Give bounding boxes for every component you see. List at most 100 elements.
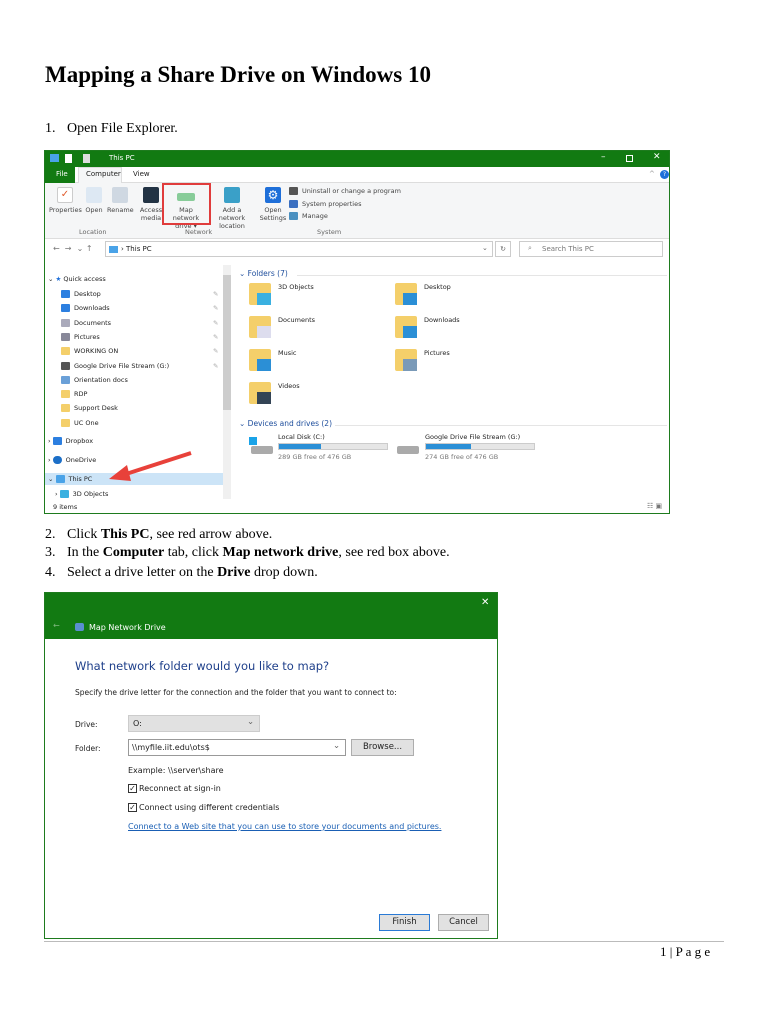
web-site-link[interactable]: Connect to a Web site that you can use t… [128,822,441,831]
page-number: 1 | P a g e [660,944,711,959]
step-number: 4. [45,565,56,580]
drive-label: Drive: [75,720,98,729]
maximize-icon[interactable] [626,155,633,162]
sidebar-item-quick-access-entry[interactable]: UC One [61,418,99,427]
folder-item[interactable]: 3D Objects [249,283,389,311]
step-4: 4. Select a drive letter on the Drive dro… [45,565,318,581]
cancel-button[interactable]: Cancel [438,914,489,931]
help-icon[interactable]: ? [660,170,669,179]
close-icon[interactable]: ✕ [481,597,489,608]
folder-icon [61,332,70,341]
minimize-icon[interactable]: – [601,152,606,162]
pin-icon[interactable]: ✎ [213,362,218,370]
refresh-button[interactable]: ↻ [495,241,511,257]
sidebar-item-quick-access-entry[interactable]: Support Desk [61,404,118,413]
sidebar-item-quick-access[interactable]: ⌄ ★ Quick access [48,275,106,283]
tab-file[interactable]: File [56,170,68,178]
checkbox-checked[interactable]: ✓ [128,784,137,793]
folder-item[interactable]: Documents [249,316,389,344]
uninstall-button[interactable]: Uninstall or change a program [289,187,401,195]
drive-select[interactable]: O: ⌄ [128,715,260,732]
drives-header[interactable]: ⌄ Devices and drives (2) [239,419,332,428]
folder-icon [61,290,70,298]
pin-icon[interactable]: ✎ [213,304,218,312]
bold-text: Computer [102,545,165,560]
sidebar-item-3d-objects[interactable]: › 3D Objects [55,490,108,498]
folder-item[interactable]: Desktop [395,283,535,311]
folder-item[interactable]: Videos [249,382,389,410]
red-arrow-annotation [109,451,192,481]
label: WORKING ON [74,347,119,356]
properties-button[interactable]: ✓ Properties [49,187,82,214]
scrollbar-thumb[interactable] [223,275,231,410]
reconnect-checkbox[interactable]: ✓ Reconnect at sign-in [128,784,221,793]
file-explorer-screenshot: This PC – ✕ File Computer View ^ ? ✓ Prop… [44,150,670,514]
search-placeholder: Search This PC [542,245,594,253]
access-media-button[interactable]: Access media [139,187,163,222]
pin-icon[interactable]: ✎ [213,333,218,341]
folder-item[interactable]: Downloads [395,316,535,344]
folder-item[interactable]: Pictures [395,349,535,377]
navigation-pane: ⌄ ★ Quick access Desktop ✎ Downloads ✎ Docum… [45,263,231,503]
view-toggle-icons[interactable]: ☷ ▣ [647,502,662,510]
red-highlight-box [162,183,211,225]
sidebar-item-quick-access-entry[interactable]: Orientation docs [61,375,128,384]
sidebar-item-quick-access-entry[interactable]: Google Drive File Stream (G:) [61,361,169,370]
pin-icon[interactable]: ✎ [213,290,218,298]
open-button[interactable]: Open [83,187,105,214]
label: This PC [68,475,93,483]
folder-input[interactable]: \\myfile.iit.edu\ots$ ⌄ [128,739,346,756]
step-text: Open File Explorer. [67,121,178,136]
open-settings-label: Open Settings [259,206,287,222]
sidebar-item-quick-access-entry[interactable]: Documents [61,318,111,327]
finish-button[interactable]: Finish [379,914,430,931]
bold-text: Drive [217,565,251,580]
sidebar-item-quick-access-entry[interactable]: WORKING ON [61,347,119,356]
chevron-down-icon[interactable]: ⌄ [333,741,340,751]
drive-item[interactable]: Local Disk (C:) 289 GB free of 476 GB [249,433,399,463]
sidebar-item-quick-access-entry[interactable]: RDP [61,390,87,399]
search-input[interactable]: ⌕ Search This PC [519,241,663,257]
sidebar-item-dropbox[interactable]: › Dropbox [48,437,93,445]
folder-item[interactable]: Music [249,349,389,377]
open-icon [86,187,102,203]
folder-icon [61,361,70,370]
browse-button[interactable]: Browse... [351,739,414,756]
checkbox-checked[interactable]: ✓ [128,803,137,812]
divider [335,425,667,426]
sidebar-item-quick-access-entry[interactable]: Desktop [61,290,101,298]
pin-icon[interactable]: ✎ [213,319,218,327]
network-drive-icon [75,623,84,631]
system-properties-label: System properties [302,200,362,208]
pin-icon[interactable]: ✎ [213,347,218,355]
add-network-location-button[interactable]: Add a network location [212,187,252,230]
credentials-checkbox[interactable]: ✓ Connect using different credentials [128,803,279,812]
manage-icon [289,212,298,220]
open-settings-button[interactable]: ⚙ Open Settings [259,187,287,222]
tab-view[interactable]: View [133,170,150,178]
tab-computer[interactable]: Computer [86,170,121,178]
label: Dropbox [65,437,94,445]
manage-button[interactable]: Manage [289,212,328,220]
folders-header[interactable]: ⌄ Folders (7) [239,269,288,278]
rename-icon [112,187,128,203]
rename-button[interactable]: Rename [107,187,134,214]
address-bar[interactable]: › This PC ⌄ [105,241,493,257]
back-arrow-icon[interactable]: ← [53,621,60,630]
chevron-down-icon[interactable]: ⌄ [482,244,488,252]
sidebar-scrollbar[interactable] [223,265,231,499]
dialog-heading: What network folder would you like to ma… [75,659,330,673]
drive-item[interactable]: Google Drive File Stream (G:) 274 GB fre… [395,433,545,463]
sidebar-item-onedrive[interactable]: › OneDrive [48,456,96,464]
add-network-location-label: Add a network location [218,206,246,230]
properties-label: Properties [49,206,82,214]
system-properties-button[interactable]: System properties [289,200,361,208]
close-icon[interactable]: ✕ [653,152,661,162]
collapse-ribbon-icon[interactable]: ^ [649,170,655,178]
sidebar-item-quick-access-entry[interactable]: Pictures [61,332,100,341]
manage-label: Manage [302,212,328,220]
folder-value: \\myfile.iit.edu\ots$ [132,743,210,752]
bold-text: Map network drive [222,545,339,560]
nav-buttons[interactable]: ← → ⌄ ↑ [53,244,93,253]
sidebar-item-quick-access-entry[interactable]: Downloads [61,304,110,313]
